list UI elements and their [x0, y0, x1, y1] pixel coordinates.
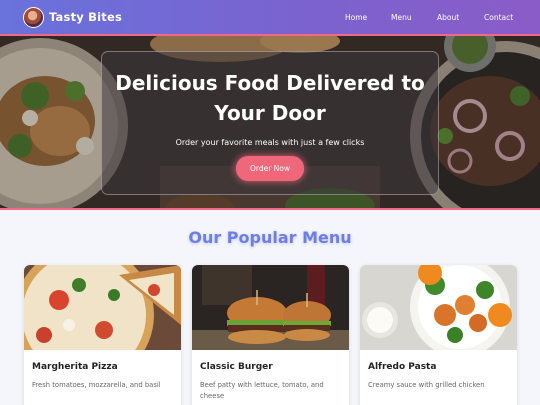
- menu-card-pizza[interactable]: Margherita Pizza Fresh tomatoes, mozzare…: [24, 265, 181, 405]
- food-logo-icon: [23, 6, 44, 28]
- brand-name: Tasty Bites: [49, 10, 123, 24]
- menu-item-description: Fresh tomatoes, mozzarella, and basil: [32, 381, 161, 389]
- menu-item-description: Beef patty with lettuce, tomato, and che…: [200, 381, 324, 400]
- hero-subtitle: Order your favorite meals with just a fe…: [175, 138, 365, 147]
- hero-banner: Delicious Food Delivered to Your Door Or…: [0, 36, 540, 210]
- menu-item-name: Classic Burger: [200, 362, 273, 372]
- nav-link-contact[interactable]: Contact: [484, 13, 513, 22]
- pizza-image: [24, 265, 181, 350]
- menu-item-name: Alfredo Pasta: [368, 362, 437, 372]
- nav-link-menu[interactable]: Menu: [391, 13, 412, 22]
- menu-card-burger[interactable]: Classic Burger Beef patty with lettuce, …: [192, 265, 349, 405]
- nav-link-about[interactable]: About: [437, 13, 459, 22]
- nav-link-home[interactable]: Home: [345, 13, 367, 22]
- menu-item-name: Margherita Pizza: [32, 362, 118, 372]
- hero-card: Delicious Food Delivered to Your Door Or…: [101, 51, 439, 195]
- pasta-image: [360, 265, 517, 350]
- order-now-button[interactable]: Order Now: [235, 156, 305, 181]
- hero-title: Delicious Food Delivered to Your Door: [115, 71, 425, 125]
- menu-card-pasta[interactable]: Alfredo Pasta Creamy sauce with grilled …: [360, 265, 517, 405]
- brand[interactable]: Tasty Bites: [23, 6, 123, 28]
- burger-image: [192, 265, 349, 350]
- navbar: Tasty Bites Home Menu About Contact: [0, 0, 540, 36]
- menu-item-description: Creamy sauce with grilled chicken: [368, 381, 485, 389]
- section-title: Our Popular Menu: [188, 228, 352, 247]
